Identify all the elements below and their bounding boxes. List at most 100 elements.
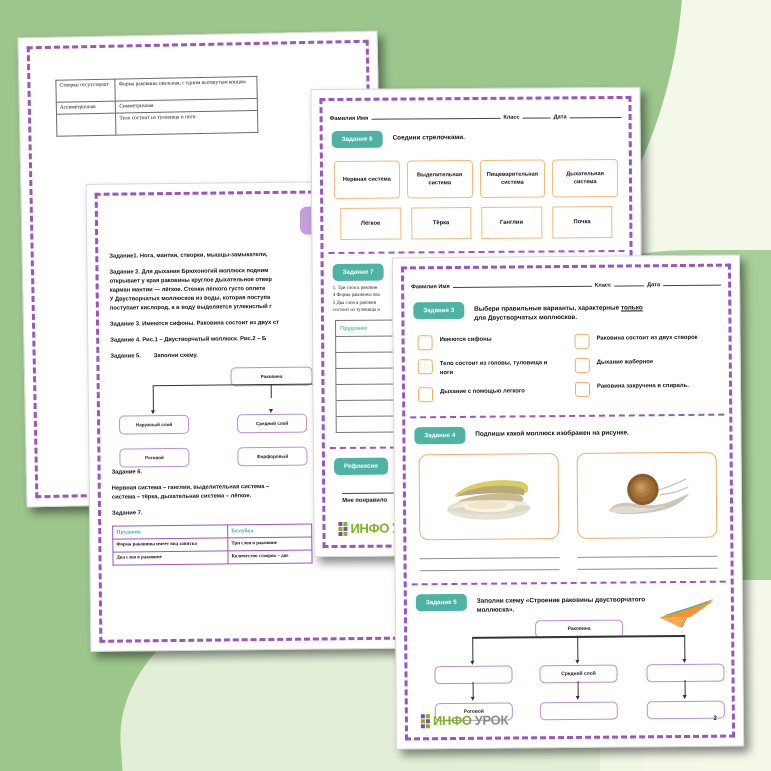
task-3-options: Имеются сифоны Тело состоит из головы, т… bbox=[417, 332, 717, 403]
checkbox-label: Тело состоит из головы, туловища и ноги bbox=[439, 359, 548, 376]
task-3-heading: Задание 3 Выбери правильные варианты, ха… bbox=[413, 300, 719, 324]
task-3-instruction-part1: Выбери правильные варианты, характерные bbox=[474, 304, 621, 313]
slide-canvas: Створки отсутствуют Форма раковины оваль… bbox=[0, 0, 771, 771]
task-6-instruction: Соедини стрелочками. bbox=[392, 134, 465, 142]
checkbox-option[interactable]: Дыхание с помощью легкого bbox=[417, 386, 559, 403]
answer-task-instruction: Заполни схему. bbox=[153, 352, 198, 360]
snail-photo-icon bbox=[609, 474, 690, 515]
image-card-snail[interactable] bbox=[576, 451, 718, 539]
scheme-arrow bbox=[681, 659, 686, 664]
answer-line: поступает кислород, а в воду выделяется … bbox=[109, 303, 272, 312]
table-cell: Количество створок – две bbox=[227, 550, 313, 564]
answer-line: Задание 2. Для дыхания Брюхоногий моллюс… bbox=[109, 267, 269, 276]
answer-line: система – тёрка, дыхательная система – л… bbox=[111, 493, 252, 501]
scheme-arrow bbox=[470, 697, 475, 702]
task-4-instruction: Подпиши какой моллюск изображен на рисун… bbox=[475, 429, 629, 438]
checkbox-icon[interactable] bbox=[417, 358, 433, 374]
answers-task7-table: Прудовик Беззубка Форма раковины имеет в… bbox=[112, 523, 313, 565]
scheme-line bbox=[472, 637, 474, 664]
checkbox-label: Дыхание жаберное bbox=[596, 358, 654, 366]
document-sheet-worksheet-2[interactable]: Фамилия Имя Класс Дата Задание 3 Выбери … bbox=[391, 254, 745, 750]
answer-lines-right bbox=[577, 544, 718, 570]
system-box[interactable]: Пищеварительная система bbox=[479, 159, 546, 198]
worksheet-2-content: Фамилия Имя Класс Дата Задание 3 Выбери … bbox=[407, 270, 729, 735]
scheme-node-blank-porcelain[interactable] bbox=[539, 701, 618, 721]
scheme-line bbox=[684, 635, 686, 662]
task-6-heading: Задание 6 Соедини стрелочками. bbox=[331, 129, 620, 149]
checkbox-label: Раковина закручена в спираль. bbox=[596, 382, 689, 390]
write-line[interactable] bbox=[419, 557, 560, 572]
write-line[interactable] bbox=[577, 556, 718, 570]
scheme-arrow bbox=[682, 695, 687, 700]
name-label: Фамилия Имя bbox=[411, 284, 450, 291]
task-5-instruction: Заполни схему «Строение раковины двуство… bbox=[477, 592, 646, 615]
name-input-line[interactable] bbox=[452, 278, 592, 288]
checkbox-icon[interactable] bbox=[574, 381, 591, 397]
task-6-badge: Задание 6 bbox=[331, 130, 383, 149]
organ-box[interactable]: Почка bbox=[551, 206, 613, 239]
name-label: Фамилия Имя bbox=[329, 115, 369, 123]
checkbox-icon[interactable] bbox=[417, 387, 434, 403]
table-cell: Форма раковины имеет вид завитка bbox=[112, 538, 228, 553]
scheme-line bbox=[270, 383, 272, 398]
logo-text-info: ИНФО bbox=[432, 712, 472, 729]
scheme-arrow bbox=[574, 660, 579, 665]
class-label: Класс bbox=[503, 114, 520, 121]
scheme-node-horny: Роговой bbox=[119, 447, 190, 468]
checkbox-option[interactable]: Раковина закручена в спираль. bbox=[574, 380, 716, 397]
answer-line: открывает у края раковины круглое дыхате… bbox=[109, 276, 272, 285]
scheme-node-porcelain: Форфоровый bbox=[237, 446, 308, 467]
answer-line: Нервная система – ганглии, выделительная… bbox=[111, 483, 270, 492]
organ-box[interactable]: Тёрка bbox=[410, 207, 472, 240]
task-7-badge: Задание 7 bbox=[332, 263, 384, 282]
checkbox-option[interactable]: Дыхание жаберное bbox=[574, 356, 716, 373]
section-divider bbox=[328, 249, 625, 255]
section-divider bbox=[411, 580, 726, 586]
scheme-line bbox=[472, 636, 579, 639]
logo-text-urok: УРОК bbox=[474, 712, 509, 728]
logo-text-info: ИНФО bbox=[350, 520, 390, 536]
checkbox-option[interactable]: Тело состоит из головы, туловища и ноги bbox=[417, 358, 559, 379]
systems-row: Нервная система Выделительная система Пи… bbox=[333, 159, 619, 199]
checkbox-option[interactable]: Имеются сифоны bbox=[417, 334, 559, 350]
date-input-line[interactable] bbox=[569, 109, 622, 119]
reflection-badge: Рефлексия bbox=[333, 458, 388, 476]
task-3-instruction-emphasis: только bbox=[620, 304, 643, 312]
checkbox-icon[interactable] bbox=[574, 333, 590, 349]
organ-box[interactable]: Ганглии bbox=[481, 206, 542, 239]
checkbox-option[interactable]: Раковина состоит из двух створок bbox=[574, 332, 716, 349]
system-box[interactable]: Нервная система bbox=[333, 160, 400, 199]
class-input-line[interactable] bbox=[614, 278, 645, 287]
section-divider bbox=[410, 413, 725, 419]
name-input-line[interactable] bbox=[371, 110, 501, 120]
image-card-mussel[interactable] bbox=[418, 452, 560, 541]
checkbox-label: Имеются сифоны bbox=[439, 336, 492, 343]
task-3-instruction: Выбери правильные варианты, характерные … bbox=[474, 300, 643, 323]
mussel-photo-icon bbox=[446, 480, 531, 520]
checkbox-label: Дыхание с помощью легкого bbox=[440, 388, 525, 395]
scheme-arrow bbox=[469, 661, 474, 666]
task-4-images bbox=[418, 451, 718, 541]
scheme-line bbox=[152, 385, 155, 413]
date-input-line[interactable] bbox=[663, 277, 722, 287]
answer-line: карман мантии — лёгкое. Стенки лёгкого г… bbox=[109, 285, 266, 294]
task-5-instruction-part1: Заполни схему «Строение раковины двуство… bbox=[476, 596, 646, 605]
class-input-line[interactable] bbox=[522, 110, 551, 119]
checkbox-icon[interactable] bbox=[417, 334, 433, 350]
scheme-node-outer: Наружный слой bbox=[118, 414, 190, 435]
task-5-heading: Задание 5 Заполни схему «Строение ракови… bbox=[415, 592, 722, 628]
scheme-line bbox=[577, 636, 579, 663]
system-box[interactable]: Выделительная система bbox=[406, 160, 473, 199]
date-label: Дата bbox=[553, 114, 567, 121]
task-3-options-left: Имеются сифоны Тело состоит из головы, т… bbox=[417, 334, 560, 403]
system-box[interactable]: Дыхательная система bbox=[552, 159, 619, 198]
scheme-arrow bbox=[268, 408, 273, 413]
task-4-answer-lines bbox=[419, 544, 718, 572]
task-4-badge: Задание 4 bbox=[414, 426, 466, 445]
task-3-options-right: Раковина состоит из двух створок Дыхание… bbox=[574, 332, 717, 401]
checkbox-label: Раковина состоит из двух створок bbox=[596, 334, 698, 342]
organ-box[interactable]: Лёгкое bbox=[340, 207, 401, 240]
checkbox-icon[interactable] bbox=[574, 357, 590, 373]
table-cell: Два слоя в раковине bbox=[112, 550, 229, 565]
task-3-badge: Задание 3 bbox=[413, 301, 465, 320]
